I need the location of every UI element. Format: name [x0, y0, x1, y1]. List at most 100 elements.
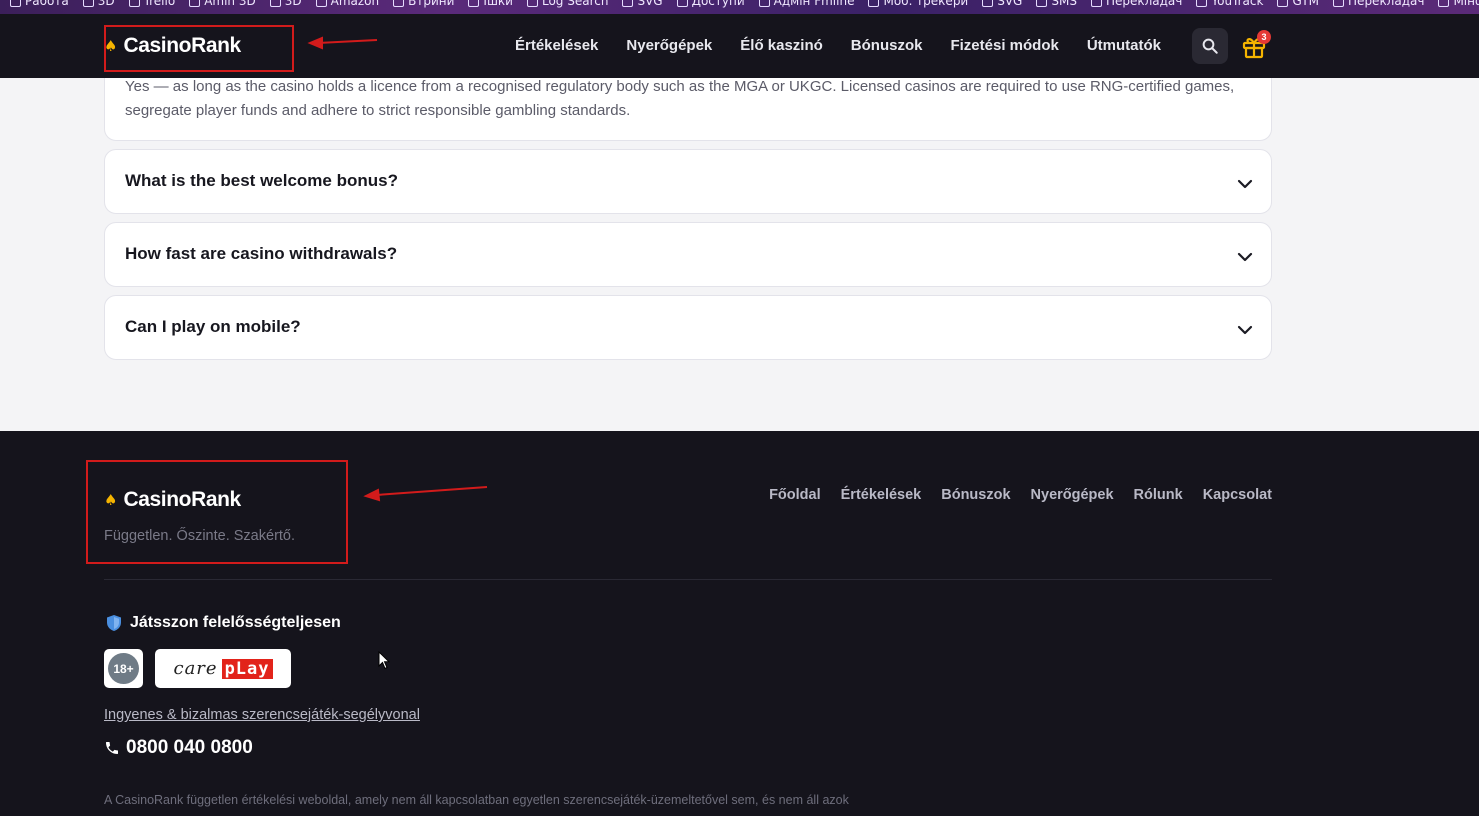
footer-nav: Főoldal Értékelések Bónuszok Nyerőgépek … [769, 487, 1272, 503]
bookmark-item[interactable]: Trello [128, 0, 176, 8]
bookmark-icon [758, 0, 770, 7]
bookmark-label: Мінфін [1453, 0, 1479, 8]
bookmark-item[interactable]: Ішки [468, 0, 513, 8]
bookmark-label: Перекладач [1348, 0, 1425, 8]
bookmark-icon [269, 0, 281, 7]
bookmark-label: Trello [143, 0, 176, 8]
bookmark-item[interactable]: Работа [10, 0, 69, 8]
shield-icon [107, 615, 121, 631]
mouse-cursor-icon [378, 651, 390, 670]
age-label: 18+ [108, 653, 139, 684]
faq-question: How fast are casino withdrawals? [125, 244, 398, 263]
faq-item[interactable]: How fast are casino withdrawals? [104, 222, 1272, 287]
careplay-right-text: pLay [221, 658, 273, 679]
careplay-left-text: care [173, 658, 218, 679]
bookmark-item[interactable]: YouTrack [1196, 0, 1263, 8]
bookmark-item[interactable]: SMS [1036, 0, 1077, 8]
footer-link-home[interactable]: Főoldal [769, 487, 821, 503]
browser-bookmarks-bar: Работа 3D Trello Amin 3D 3D Amazon Втрини Ішки L… [0, 0, 1479, 14]
bookmark-icon [868, 0, 880, 7]
bookmark-icon [315, 0, 327, 7]
bookmark-item[interactable]: GTM [1277, 0, 1319, 8]
faq-question: Can I play on mobile? [125, 317, 301, 336]
bookmark-item[interactable]: Адмін Fmline [758, 0, 855, 8]
bookmark-icon [1036, 0, 1048, 7]
helpline-link[interactable]: Ingyenes & bizalmas szerencsejáték-segél… [104, 707, 420, 723]
faq-item[interactable]: Can I play on mobile? [104, 295, 1272, 360]
bookmark-icon [1196, 0, 1208, 7]
bookmark-label: 3D [97, 0, 115, 8]
bookmark-label: Log Search [541, 0, 609, 8]
bookmark-label: Работа [25, 0, 69, 8]
bookmark-item[interactable]: Перекладач [1333, 0, 1424, 8]
bookmark-label: Ішки [483, 0, 513, 8]
bookmark-icon [82, 0, 94, 7]
footer-link-slots[interactable]: Nyerőgépek [1031, 487, 1114, 503]
bookmark-item[interactable]: SVG [982, 0, 1022, 8]
nav-item-live-casino[interactable]: Élő kaszinó [740, 37, 823, 54]
careplay-logo[interactable]: care pLay [155, 649, 291, 688]
bookmark-item[interactable]: Перекладач [1090, 0, 1183, 8]
nav-item-slots[interactable]: Nyerőgépek [626, 37, 712, 54]
bookmark-label: Адмін Fmline [773, 0, 855, 8]
footer-link-about[interactable]: Rólunk [1134, 487, 1183, 503]
bookmark-item[interactable]: SVG [622, 0, 663, 8]
bookmark-label: SVG [997, 0, 1023, 8]
bookmark-icon [128, 0, 140, 7]
footer-link-reviews[interactable]: Értékelések [841, 487, 922, 503]
bookmarks-row: Работа 3D Trello Amin 3D 3D Amazon Втрини Ішки L… [0, 0, 1479, 8]
chevron-down-icon [1237, 179, 1253, 189]
faq-item[interactable]: What is the best welcome bonus? [104, 149, 1272, 214]
bookmark-item[interactable]: Log Search [526, 0, 609, 8]
chevron-down-icon [1237, 252, 1253, 262]
bookmark-item[interactable]: Amin 3D [189, 0, 256, 8]
bookmark-icon [622, 0, 634, 7]
faq-answer: Yes — as long as the casino holds a lice… [125, 78, 1235, 119]
bookmark-icon [10, 0, 21, 7]
helpline-phone[interactable]: 0800 040 0800 [104, 737, 253, 759]
bookmark-label: 3D [284, 0, 302, 8]
responsible-gaming-heading: Játsszon felelősségteljesen [106, 614, 341, 632]
bookmark-icon [468, 0, 480, 7]
bookmark-item[interactable]: 3D [269, 0, 302, 8]
bookmark-icon [676, 0, 688, 7]
nav-item-payment-methods[interactable]: Fizetési módok [950, 37, 1058, 54]
footer-link-contact[interactable]: Kapcsolat [1203, 487, 1272, 503]
annotation-box-header-logo [104, 25, 294, 72]
bookmark-item[interactable]: Втрини [393, 0, 454, 8]
footer-link-bonuses[interactable]: Bónuszok [941, 487, 1010, 503]
main-nav: Értékelések Nyerőgépek Élő kaszinó Bónus… [515, 37, 1161, 54]
search-icon [1202, 38, 1218, 54]
bookmark-icon [1438, 0, 1450, 7]
bookmark-icon [526, 0, 538, 7]
bookmark-label: Amazon [330, 0, 380, 8]
responsible-gaming-title: Játsszon felelősségteljesen [130, 614, 341, 631]
nav-item-guides[interactable]: Útmutatók [1087, 37, 1161, 54]
bookmark-icon [1090, 0, 1102, 7]
footer-disclaimer: A CasinoRank független értékelési webold… [104, 793, 849, 807]
bookmark-icon [393, 0, 405, 7]
faq-question: What is the best welcome bonus? [125, 171, 398, 190]
bookmark-label: GTM [1292, 0, 1320, 8]
bookmark-icon [189, 0, 201, 7]
nav-item-reviews[interactable]: Értékelések [515, 37, 598, 54]
bookmark-icon [1333, 0, 1345, 7]
bookmark-label: Перекладач [1105, 0, 1183, 8]
age-restriction-badge: 18+ [104, 649, 143, 688]
bookmark-item[interactable]: 3D [82, 0, 115, 8]
bookmark-item[interactable]: Amazon [315, 0, 380, 8]
bookmark-label: SVG [637, 0, 663, 8]
nav-item-bonuses[interactable]: Bónuszok [851, 37, 923, 54]
bookmark-item[interactable]: Мінфін [1438, 0, 1479, 8]
footer-divider [104, 579, 1272, 580]
chevron-down-icon [1237, 325, 1253, 335]
search-button[interactable] [1192, 28, 1228, 64]
bookmark-icon [1277, 0, 1289, 7]
bookmark-label: YouTrack [1211, 0, 1264, 8]
bookmark-item[interactable]: Доступи [676, 0, 745, 8]
bookmark-item[interactable]: Моб. трекери [868, 0, 968, 8]
gift-count-badge: 3 [1257, 30, 1271, 44]
bookmark-label: SMS [1051, 0, 1077, 8]
bookmark-label: Amin 3D [204, 0, 256, 8]
bookmark-label: Доступи [691, 0, 745, 8]
